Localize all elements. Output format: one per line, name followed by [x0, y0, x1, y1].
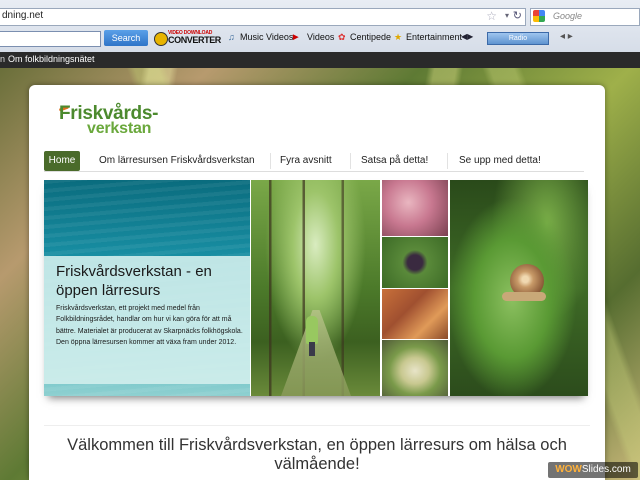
site-logo-line2[interactable]: verkstan	[87, 120, 151, 138]
reload-icon[interactable]: ↻	[513, 9, 522, 22]
nav-item-about[interactable]: Om lärresursen Friskvårdsverkstan	[99, 155, 255, 166]
bookmark-item[interactable]: Om folkbildningsnätet	[8, 54, 95, 64]
address-bar[interactable]: dning.net ☆ ▾ ↻	[0, 8, 526, 26]
berries-photo	[382, 237, 448, 288]
video-converter-button[interactable]: VIDEO DOWNLOAD CONVERTER	[154, 30, 221, 46]
bookmark-star-icon[interactable]: ☆	[486, 9, 497, 23]
walker-figure	[306, 316, 318, 344]
content-divider	[44, 425, 590, 426]
watermark-wow: WOW	[555, 464, 582, 475]
star-icon: ★	[394, 32, 403, 42]
video-converter-label: CONVERTER	[168, 35, 221, 45]
grapes-photo	[382, 340, 448, 396]
watermark-tld: .com	[609, 464, 631, 475]
nav-separator	[447, 153, 448, 169]
site-container: Friskvårds- verkstan Home Om lärresursen…	[29, 85, 605, 480]
nav-item-home[interactable]: Home	[44, 151, 80, 171]
bookmark-item[interactable]: n	[0, 54, 5, 64]
flower-photo	[382, 180, 448, 236]
google-icon	[533, 10, 545, 22]
music-videos-button[interactable]: Music Videos	[240, 32, 293, 42]
wowslides-watermark[interactable]: WOWSlides.com	[548, 462, 638, 478]
snail-body	[502, 292, 546, 301]
hero-slider[interactable]: Friskvårdsverkstan - en öppen lärresurs …	[44, 180, 588, 396]
hero-title: Friskvårdsverkstan - en öppen lärresurs	[56, 263, 212, 299]
hero-caption: Friskvårdsverkstan - en öppen lärresurs …	[44, 256, 250, 384]
search-box[interactable]: Google	[530, 8, 640, 26]
dropdown-arrow-icon[interactable]: ▾	[505, 11, 509, 20]
radio-dropdown[interactable]: Radio	[487, 32, 549, 45]
url-text: dning.net	[2, 10, 44, 21]
browser-chrome: dning.net ☆ ▾ ↻ Google Search VIDEO DOWN…	[0, 0, 640, 52]
videos-button[interactable]: Videos	[307, 32, 334, 42]
forest-photo	[251, 180, 380, 396]
addon-toolbar: Search VIDEO DOWNLOAD CONVERTER ♫ Music …	[0, 29, 640, 49]
entertainment-button[interactable]: Entertainment	[406, 32, 462, 42]
nav-item-invest[interactable]: Satsa på detta!	[361, 155, 428, 166]
toolbar-search-button[interactable]: Search	[104, 30, 148, 46]
toolbar-search-input[interactable]	[0, 31, 101, 47]
bookmarks-bar: n Om folkbildningsnätet	[0, 52, 640, 68]
hero-description: Friskvårdsverkstan, ett projekt med mede…	[56, 305, 243, 347]
snail-photo	[450, 180, 588, 396]
main-navigation: Home Om lärresursen Friskvårdsverkstan F…	[44, 151, 584, 172]
nav-item-watch-out[interactable]: Se upp med detta!	[459, 155, 541, 166]
player-controls-icon[interactable]: ◀▶	[461, 32, 473, 41]
centipede-icon: ✿	[338, 32, 346, 42]
nav-separator	[350, 153, 351, 169]
nav-separator	[270, 153, 271, 169]
youtube-icon: ▶	[293, 34, 299, 41]
watermark-slides: Slides	[581, 464, 610, 475]
walker-legs	[309, 342, 315, 356]
leaves-photo	[382, 289, 448, 339]
search-placeholder: Google	[553, 11, 583, 21]
video-converter-icon	[154, 32, 168, 46]
centipede-button[interactable]: Centipede	[350, 32, 391, 42]
music-note-icon: ♫	[228, 32, 235, 42]
welcome-heading: Välkommen till Friskvårdsverkstan, en öp…	[67, 436, 567, 473]
toolbar-more-icon[interactable]: ◂ ▸	[560, 31, 573, 42]
nav-item-four-episodes[interactable]: Fyra avsnitt	[280, 155, 332, 166]
